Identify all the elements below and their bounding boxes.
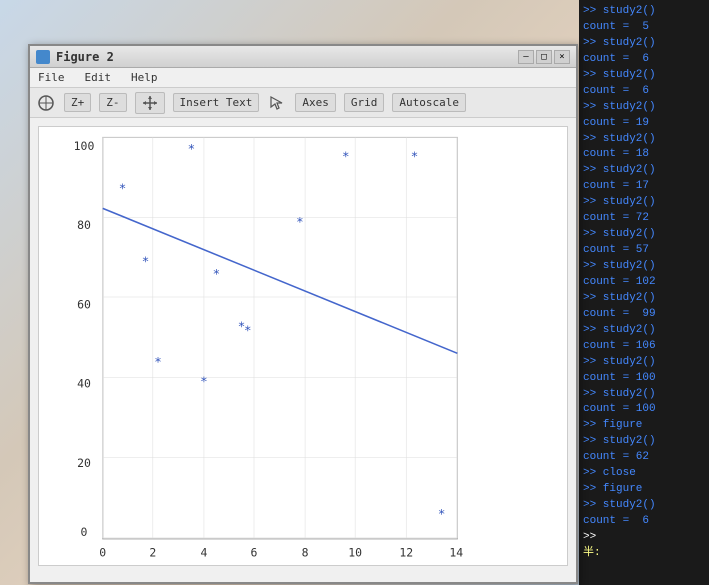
terminal-line: count = 6 <box>583 84 705 100</box>
terminal-line: >> study2() <box>583 4 705 20</box>
figure-window: Figure 2 – □ × File Edit Help Z+ Z- <box>28 44 578 584</box>
minimize-button[interactable]: – <box>518 50 534 64</box>
svg-text:8: 8 <box>302 546 309 560</box>
svg-text:80: 80 <box>77 218 91 232</box>
menu-help[interactable]: Help <box>127 71 162 84</box>
maximize-button[interactable]: □ <box>536 50 552 64</box>
terminal-cursor: 半: <box>583 546 705 562</box>
plot-svg: 100 80 60 40 20 0 0 2 4 6 8 10 12 14 <box>39 127 567 565</box>
terminal-line: >> study2() <box>583 195 705 211</box>
terminal-line: count = 100 <box>583 371 705 387</box>
terminal-line: count = 5 <box>583 20 705 36</box>
zoom-in-button[interactable]: Z+ <box>64 93 91 112</box>
terminal-line: >> study2() <box>583 434 705 450</box>
svg-text:100: 100 <box>74 139 95 153</box>
terminal-line: >> figure <box>583 418 705 434</box>
svg-text:60: 60 <box>77 297 91 311</box>
svg-text:*: * <box>438 506 446 521</box>
cursor-icon[interactable] <box>267 93 287 113</box>
svg-text:6: 6 <box>251 546 258 560</box>
terminal-output: >> study2()count = 5>> study2()count = 6… <box>583 4 705 562</box>
terminal-line: >> study2() <box>583 259 705 275</box>
grid-button[interactable]: Grid <box>344 93 385 112</box>
terminal-line: count = 100 <box>583 402 705 418</box>
terminal-line: count = 62 <box>583 450 705 466</box>
svg-text:14: 14 <box>449 546 463 560</box>
terminal-panel[interactable]: >> study2()count = 5>> study2()count = 6… <box>579 0 709 585</box>
terminal-line: count = 72 <box>583 211 705 227</box>
terminal-line: count = 99 <box>583 307 705 323</box>
svg-text:12: 12 <box>399 546 413 560</box>
title-buttons[interactable]: – □ × <box>518 50 570 64</box>
terminal-line: >> study2() <box>583 323 705 339</box>
axes-button[interactable]: Axes <box>295 93 336 112</box>
terminal-line: count = 6 <box>583 514 705 530</box>
terminal-line: count = 102 <box>583 275 705 291</box>
svg-text:*: * <box>200 374 208 389</box>
terminal-line: count = 57 <box>583 243 705 259</box>
svg-text:*: * <box>188 141 196 156</box>
pan-button[interactable] <box>135 92 165 114</box>
svg-text:*: * <box>296 214 304 229</box>
terminal-line: >> study2() <box>583 227 705 243</box>
terminal-line: count = 106 <box>583 339 705 355</box>
svg-text:*: * <box>154 354 162 369</box>
menu-edit[interactable]: Edit <box>81 71 116 84</box>
svg-text:0: 0 <box>99 546 106 560</box>
svg-text:4: 4 <box>200 546 207 560</box>
terminal-line: >> study2() <box>583 498 705 514</box>
terminal-line: >> study2() <box>583 291 705 307</box>
terminal-line: >> <box>583 530 705 546</box>
terminal-line: count = 19 <box>583 116 705 132</box>
autoscale-button[interactable]: Autoscale <box>392 93 466 112</box>
menu-bar: File Edit Help <box>30 68 576 88</box>
terminal-line: >> study2() <box>583 100 705 116</box>
svg-text:2: 2 <box>149 546 156 560</box>
svg-text:40: 40 <box>77 377 91 391</box>
terminal-line: >> study2() <box>583 36 705 52</box>
svg-text:0: 0 <box>81 525 88 539</box>
svg-text:*: * <box>119 181 127 196</box>
svg-text:10: 10 <box>348 546 362 560</box>
svg-text:*: * <box>244 323 252 338</box>
terminal-line: count = 6 <box>583 52 705 68</box>
close-button[interactable]: × <box>554 50 570 64</box>
terminal-line: >> study2() <box>583 163 705 179</box>
svg-text:*: * <box>142 254 150 269</box>
terminal-line: >> study2() <box>583 68 705 84</box>
terminal-line: count = 17 <box>583 179 705 195</box>
figure-icon <box>36 50 50 64</box>
insert-text-button[interactable]: Insert Text <box>173 93 260 112</box>
svg-text:20: 20 <box>77 456 91 470</box>
svg-text:*: * <box>411 148 419 163</box>
terminal-line: >> study2() <box>583 132 705 148</box>
window-title: Figure 2 <box>56 50 114 64</box>
title-bar-left: Figure 2 <box>36 50 114 64</box>
home-icon[interactable] <box>36 93 56 113</box>
menu-file[interactable]: File <box>34 71 69 84</box>
terminal-line: >> close <box>583 466 705 482</box>
plot-container: 100 80 60 40 20 0 0 2 4 6 8 10 12 14 <box>38 126 568 566</box>
terminal-line: >> figure <box>583 482 705 498</box>
terminal-line: count = 18 <box>583 147 705 163</box>
zoom-out-button[interactable]: Z- <box>99 93 126 112</box>
title-bar: Figure 2 – □ × <box>30 46 576 68</box>
toolbar: Z+ Z- Insert Text Axes Grid Autoscale <box>30 88 576 118</box>
terminal-line: >> study2() <box>583 387 705 403</box>
terminal-line: >> study2() <box>583 355 705 371</box>
svg-text:*: * <box>213 266 221 281</box>
svg-text:*: * <box>342 148 350 163</box>
